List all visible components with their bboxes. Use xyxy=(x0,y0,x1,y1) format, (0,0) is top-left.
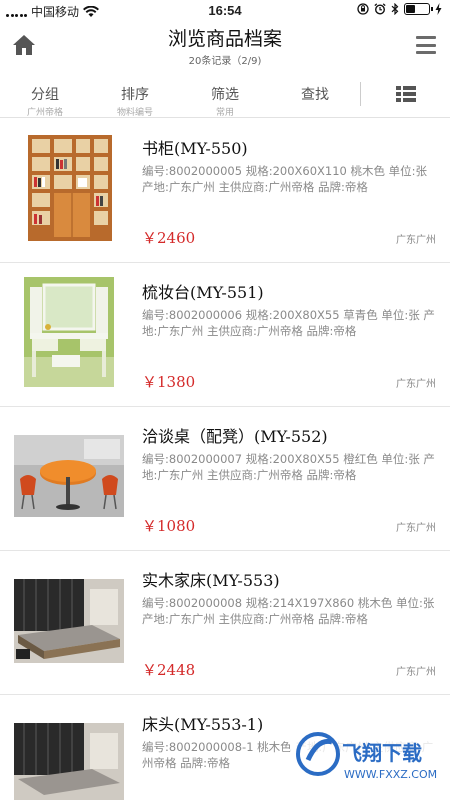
site-watermark: 飞翔下载 WWW.FXXZ.COM xyxy=(290,712,446,790)
charging-icon xyxy=(435,3,442,15)
menu-button[interactable] xyxy=(416,36,436,54)
list-item[interactable]: 实木家床(MY-553) 编号:8002000008 规格:214X197X86… xyxy=(0,551,450,695)
menu-bar-icon xyxy=(416,43,436,47)
tab-label: 查找 xyxy=(301,87,329,103)
product-name: 洽谈桌（配凳）(MY-552) xyxy=(142,427,328,446)
product-name: 书柜(MY-550) xyxy=(142,139,248,158)
product-description: 编号:8002000005 规格:200X60X110 桃木色 单位:张 产地:… xyxy=(142,164,428,194)
tab-sublabel: 物料编号 xyxy=(116,108,153,118)
tab-label: 分组 xyxy=(31,87,59,103)
product-description: 编号:8002000008 规格:214X197X860 桃木色 单位:张 产地… xyxy=(142,596,435,626)
tab-filter[interactable]: 筛选 常用 xyxy=(180,78,270,118)
product-price: ￥1380 xyxy=(142,373,196,391)
product-image-bed xyxy=(14,565,124,675)
watermark-url: WWW.FXXZ.COM xyxy=(344,768,437,781)
bluetooth-icon xyxy=(391,3,399,15)
menu-bar-icon xyxy=(416,51,436,54)
orientation-lock-icon xyxy=(357,3,369,15)
product-name: 床头(MY-553-1) xyxy=(142,715,264,734)
list-item[interactable]: 书柜(MY-550) 编号:8002000005 规格:200X60X110 桃… xyxy=(0,119,450,263)
tab-sort[interactable]: 排序 物料编号 xyxy=(90,78,180,118)
product-description: 编号:8002000007 规格:200X80X55 橙红色 单位:张 产地:广… xyxy=(142,452,435,482)
product-image-headboard xyxy=(14,709,124,800)
product-region: 广东广州 xyxy=(396,379,436,390)
nav-header: 浏览商品档案 20条记录（2/9) xyxy=(0,22,450,70)
product-name: 实木家床(MY-553) xyxy=(142,571,280,590)
product-price: ￥1080 xyxy=(142,517,196,535)
record-count: 20条记录（2/9) xyxy=(188,56,262,67)
tab-label: 排序 xyxy=(121,87,149,103)
tab-sublabel: 广州帝格 xyxy=(26,108,63,118)
filter-toolbar: 分组 广州帝格 排序 物料编号 筛选 常用 查找 xyxy=(0,78,450,118)
product-image-dresser xyxy=(14,277,124,387)
tab-group[interactable]: 分组 广州帝格 xyxy=(0,78,90,118)
product-price: ￥2448 xyxy=(142,661,196,679)
product-region: 广东广州 xyxy=(396,235,436,246)
product-description: 编号:8002000006 规格:200X80X55 草青色 单位:张 产地:广… xyxy=(142,308,435,338)
page-title: 浏览商品档案 xyxy=(167,28,282,50)
product-region: 广东广州 xyxy=(396,667,436,678)
list-item[interactable]: 洽谈桌（配凳）(MY-552) 编号:8002000007 规格:200X80X… xyxy=(0,407,450,551)
tab-label: 筛选 xyxy=(211,87,239,103)
product-price: ￥2460 xyxy=(142,229,196,247)
alarm-icon xyxy=(374,3,386,15)
menu-bar-icon xyxy=(416,36,436,39)
status-bar: 中国移动 16:54 xyxy=(0,0,450,22)
list-item[interactable]: 梳妆台(MY-551) 编号:8002000006 规格:200X80X55 草… xyxy=(0,263,450,407)
product-image-table xyxy=(14,421,124,531)
list-view-icon[interactable] xyxy=(396,86,416,102)
battery-icon xyxy=(404,3,433,15)
product-name: 梳妆台(MY-551) xyxy=(142,283,264,302)
tab-sublabel: 常用 xyxy=(215,108,234,118)
watermark-text: 飞翔下载 xyxy=(342,741,422,765)
product-image-bookcase xyxy=(14,133,124,243)
product-list: 书柜(MY-550) 编号:8002000005 规格:200X60X110 桃… xyxy=(0,119,450,800)
status-right xyxy=(357,3,442,15)
product-region: 广东广州 xyxy=(396,523,436,534)
tab-search[interactable]: 查找 xyxy=(270,78,360,117)
toolbar-divider xyxy=(360,82,361,106)
